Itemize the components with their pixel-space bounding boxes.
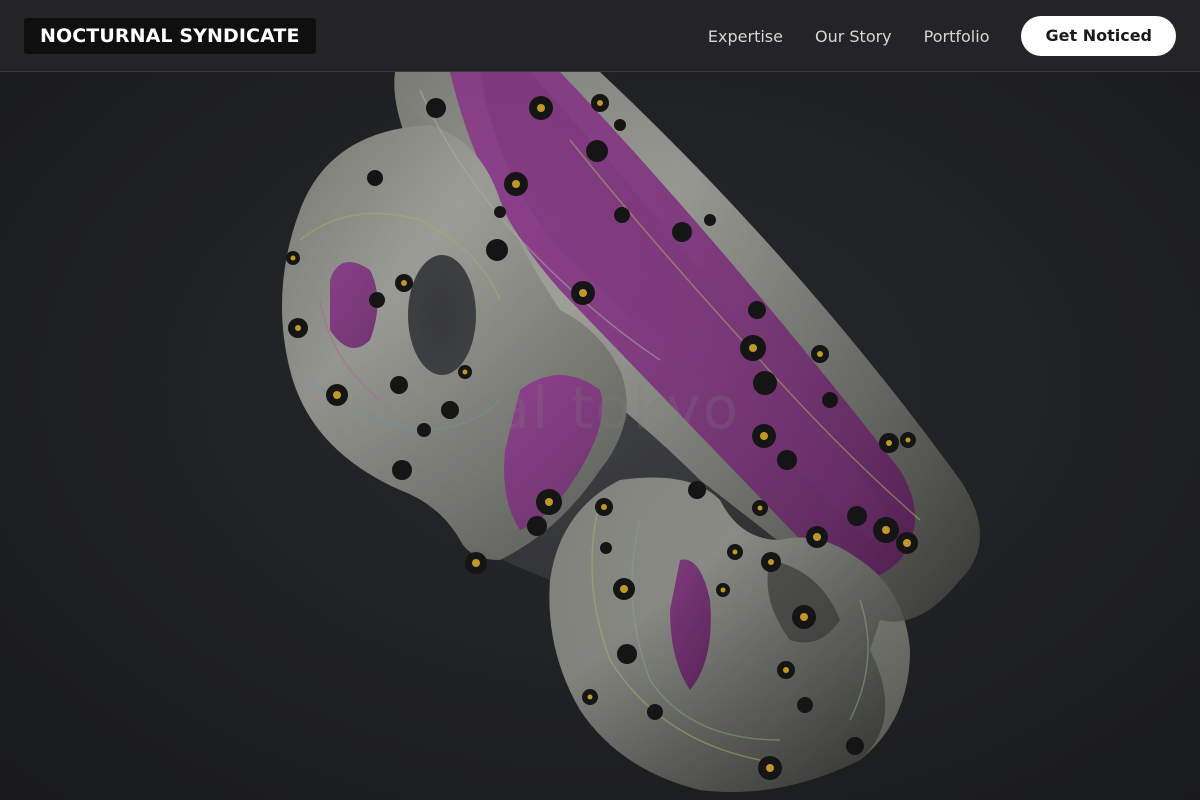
nav-link-our-story[interactable]: Our Story xyxy=(815,27,892,46)
nav-link-expertise[interactable]: Expertise xyxy=(708,27,783,46)
page: kal tokyo NOCTURNAL SYNDICATE Expertise … xyxy=(0,0,1200,800)
nav-link-portfolio[interactable]: Portfolio xyxy=(924,27,990,46)
site-logo[interactable]: NOCTURNAL SYNDICATE xyxy=(24,18,316,54)
site-header: NOCTURNAL SYNDICATE Expertise Our Story … xyxy=(0,0,1200,72)
hero-watermark-text: kal tokyo xyxy=(459,374,741,442)
get-noticed-button[interactable]: Get Noticed xyxy=(1021,16,1176,56)
main-nav: Expertise Our Story Portfolio Get Notice… xyxy=(708,0,1176,72)
